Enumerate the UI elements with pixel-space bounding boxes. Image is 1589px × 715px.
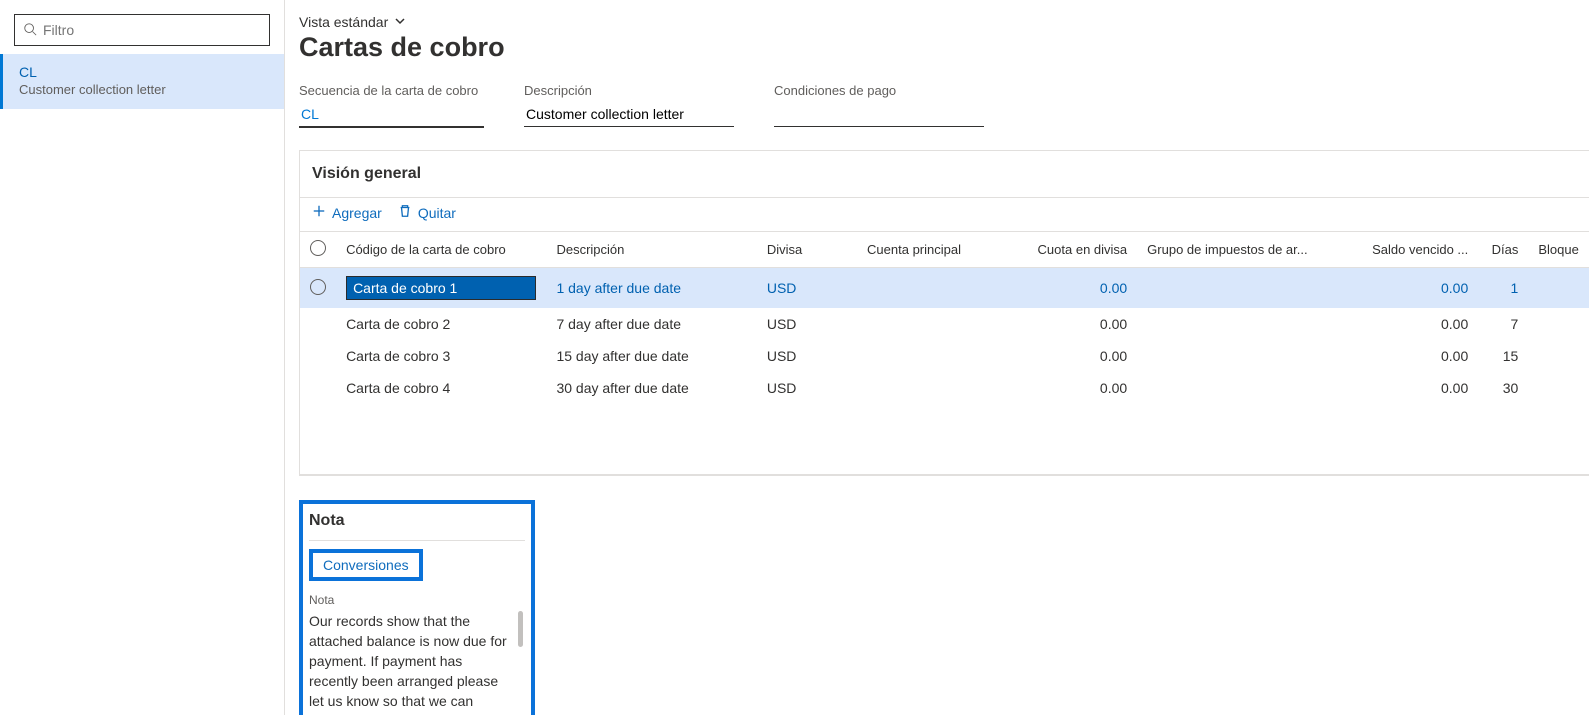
block-cell[interactable]: [1528, 340, 1589, 372]
account-cell[interactable]: [857, 308, 1027, 340]
grid-header-row: Código de la carta de cobro Descripción …: [300, 232, 1589, 268]
filter-icon: [23, 22, 37, 39]
desc-cell[interactable]: 7 day after due date: [546, 308, 756, 340]
balance-cell[interactable]: 0.00: [1318, 340, 1478, 372]
plus-icon: [312, 204, 326, 221]
code-cell[interactable]: Carta de cobro 3: [336, 340, 546, 372]
field-payterms: Condiciones de pago: [774, 83, 984, 128]
grid-row[interactable]: Carta de cobro 1 1 day after due date US…: [300, 268, 1589, 309]
days-cell[interactable]: 15: [1478, 340, 1528, 372]
field-description: Descripción: [524, 83, 734, 128]
view-selector[interactable]: Vista estándar: [299, 14, 1589, 30]
field-sequence-label: Secuencia de la carta de cobro: [299, 83, 484, 98]
days-cell[interactable]: 7: [1478, 308, 1528, 340]
grid-row[interactable]: Carta de cobro 4 30 day after due date U…: [300, 372, 1589, 404]
overview-panel: Visión general Agregar Quitar: [299, 150, 1589, 476]
grid-header-tax[interactable]: Grupo de impuestos de ar...: [1137, 232, 1318, 268]
main-area: Vista estándar Cartas de cobro Secuencia…: [285, 0, 1589, 715]
field-sequence: Secuencia de la carta de cobro: [299, 83, 484, 128]
desc-cell[interactable]: 30 day after due date: [546, 372, 756, 404]
balance-cell[interactable]: 0.00: [1318, 372, 1478, 404]
grid-header-block[interactable]: Bloque: [1528, 232, 1589, 268]
grid-row[interactable]: Carta de cobro 3 15 day after due date U…: [300, 340, 1589, 372]
filter-input-wrap[interactable]: [14, 14, 270, 46]
desc-cell[interactable]: 1 day after due date: [546, 268, 756, 309]
field-sequence-input[interactable]: [299, 102, 484, 128]
note-panel: Nota Conversiones Nota Our records show …: [299, 500, 535, 715]
view-label: Vista estándar: [299, 14, 388, 30]
tax-cell[interactable]: [1137, 268, 1318, 309]
grid-header-days[interactable]: Días: [1478, 232, 1528, 268]
tax-cell[interactable]: [1137, 372, 1318, 404]
fee-cell[interactable]: 0.00: [1027, 308, 1137, 340]
add-label: Agregar: [332, 205, 382, 221]
grid-header-code[interactable]: Código de la carta de cobro: [336, 232, 546, 268]
note-field-label: Nota: [309, 593, 525, 607]
grid-header-select[interactable]: [300, 232, 336, 268]
note-section-title: Nota: [309, 512, 525, 541]
days-cell[interactable]: 30: [1478, 372, 1528, 404]
trash-icon: [398, 204, 412, 221]
currency-cell[interactable]: USD: [757, 268, 857, 309]
currency-cell[interactable]: USD: [757, 372, 857, 404]
sidebar-item-cl[interactable]: CL Customer collection letter: [0, 54, 284, 109]
scrollbar-thumb[interactable]: [518, 611, 523, 647]
code-cell[interactable]: Carta de cobro 2: [336, 308, 546, 340]
grid-toolbar: Agregar Quitar: [300, 197, 1589, 232]
add-button[interactable]: Agregar: [312, 204, 382, 221]
fee-cell[interactable]: 0.00: [1027, 268, 1137, 309]
sidebar-item-code: CL: [19, 64, 268, 80]
fee-cell[interactable]: 0.00: [1027, 372, 1137, 404]
select-all-radio[interactable]: [310, 240, 326, 256]
code-cell-editing[interactable]: Carta de cobro 1: [346, 276, 536, 300]
grid-header-fee[interactable]: Cuota en divisa: [1027, 232, 1137, 268]
account-cell[interactable]: [857, 268, 1027, 309]
remove-button[interactable]: Quitar: [398, 204, 456, 221]
grid-header-balance[interactable]: Saldo vencido ...: [1318, 232, 1478, 268]
balance-cell[interactable]: 0.00: [1318, 308, 1478, 340]
page-title: Cartas de cobro: [299, 32, 1589, 63]
account-cell[interactable]: [857, 372, 1027, 404]
desc-cell[interactable]: 15 day after due date: [546, 340, 756, 372]
collection-letters-grid: Código de la carta de cobro Descripción …: [300, 232, 1589, 474]
grid-header-desc[interactable]: Descripción: [546, 232, 756, 268]
tax-cell[interactable]: [1137, 340, 1318, 372]
block-cell[interactable]: [1528, 268, 1589, 309]
balance-cell[interactable]: 0.00: [1318, 268, 1478, 309]
grid-header-currency[interactable]: Divisa: [757, 232, 857, 268]
code-cell[interactable]: Carta de cobro 4: [336, 372, 546, 404]
field-description-label: Descripción: [524, 83, 734, 98]
filter-input[interactable]: [43, 22, 261, 38]
block-cell[interactable]: [1528, 372, 1589, 404]
remove-label: Quitar: [418, 205, 456, 221]
field-payterms-label: Condiciones de pago: [774, 83, 984, 98]
block-cell[interactable]: [1528, 308, 1589, 340]
left-sidebar: CL Customer collection letter: [0, 0, 285, 715]
fee-cell[interactable]: 0.00: [1027, 340, 1137, 372]
currency-cell[interactable]: USD: [757, 308, 857, 340]
sidebar-item-desc: Customer collection letter: [19, 82, 268, 97]
tax-cell[interactable]: [1137, 308, 1318, 340]
field-payterms-input[interactable]: [774, 102, 984, 127]
currency-cell[interactable]: USD: [757, 340, 857, 372]
account-cell[interactable]: [857, 340, 1027, 372]
chevron-down-icon: [394, 14, 406, 30]
conversions-button[interactable]: Conversiones: [309, 549, 423, 581]
field-description-input[interactable]: [524, 102, 734, 127]
days-cell[interactable]: 1: [1478, 268, 1528, 309]
header-form: Secuencia de la carta de cobro Descripci…: [299, 83, 1589, 128]
grid-header-account[interactable]: Cuenta principal: [857, 232, 1027, 268]
grid-row[interactable]: Carta de cobro 2 7 day after due date US…: [300, 308, 1589, 340]
overview-title: Visión general: [300, 151, 1589, 197]
note-text[interactable]: Our records show that the attached balan…: [309, 611, 525, 711]
row-radio[interactable]: [310, 279, 326, 295]
note-textarea[interactable]: Our records show that the attached balan…: [309, 611, 525, 711]
